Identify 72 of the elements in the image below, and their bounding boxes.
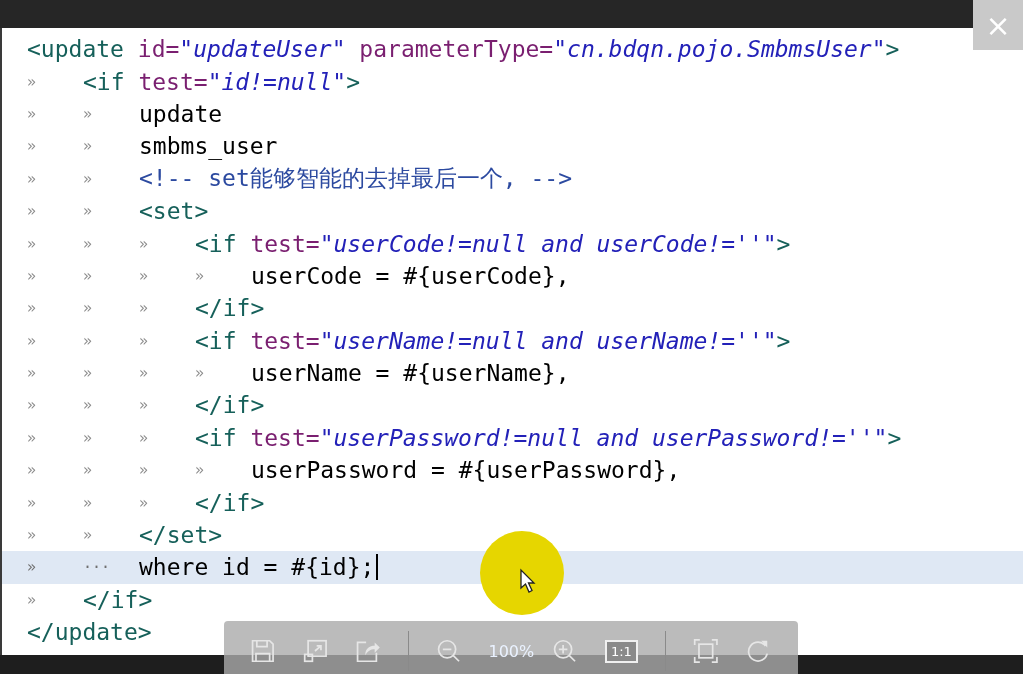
indent-guide: » <box>83 526 94 545</box>
indent-guide: » <box>83 299 94 318</box>
indent-guide: » <box>195 461 206 480</box>
code-line: <set> <box>139 198 209 225</box>
indent-guide: » <box>83 202 94 221</box>
save-icon[interactable] <box>250 637 276 665</box>
indent-guide: » <box>195 266 206 285</box>
indent-guide: » <box>27 461 38 480</box>
indent-guide: » <box>27 526 38 545</box>
indent-guide: » <box>195 364 206 383</box>
text-caret <box>376 554 379 581</box>
code-line: <update id="updateUser" parameterType="cn.bdqn.pojo.SmbmsUser"> <box>27 36 900 63</box>
resize-icon[interactable] <box>302 637 329 665</box>
indent-guide: » <box>27 364 38 383</box>
code-line: userPassword = #{userPassword}, <box>251 457 681 484</box>
zoom-level: 100% <box>488 641 535 661</box>
indent-guide: » <box>139 493 150 512</box>
indent-guide: » <box>83 461 94 480</box>
indent-guide: » <box>139 461 150 480</box>
indent-guide: » <box>27 299 38 318</box>
indent-guide: ··· <box>83 558 112 577</box>
indent-guide: » <box>83 428 94 447</box>
indent-guide: » <box>139 364 150 383</box>
indent-guide: » <box>27 234 38 253</box>
indent-guide: » <box>139 396 150 415</box>
indent-guide: » <box>27 202 38 221</box>
indent-guide: » <box>83 137 94 156</box>
code-line: <if test="userCode!=null and userCode!=''"> <box>195 230 791 257</box>
indent-guide: » <box>83 104 94 123</box>
indent-guide: » <box>139 234 150 253</box>
zoom-out-icon[interactable] <box>435 637 462 665</box>
indent-guide: » <box>83 169 94 188</box>
code-line: where id = #{id}; <box>139 554 375 581</box>
indent-guide: » <box>27 558 38 577</box>
zoom-in-icon[interactable] <box>552 637 578 665</box>
indent-guide: » <box>27 72 38 91</box>
indent-guide: » <box>83 493 94 512</box>
code-line: userName = #{userName}, <box>251 360 570 387</box>
indent-guide: » <box>139 331 150 350</box>
mouse-pointer-icon <box>520 568 536 594</box>
indent-guide: » <box>139 299 150 318</box>
code-line: <if test="userPassword!=null and userPassword!=''"> <box>195 424 902 451</box>
code-line: </if> <box>195 489 265 516</box>
indent-guide: » <box>27 266 38 285</box>
code-line: update <box>139 100 223 127</box>
code-line: userCode = #{userCode}, <box>251 262 570 289</box>
indent-guide: » <box>83 364 94 383</box>
indent-guide: » <box>27 137 38 156</box>
code-line: </set> <box>139 522 223 549</box>
indent-guide: » <box>83 331 94 350</box>
indent-guide: » <box>83 234 94 253</box>
actual-size-button[interactable]: 1:1 <box>604 639 638 663</box>
indent-guide: » <box>27 331 38 350</box>
indent-guide: » <box>83 396 94 415</box>
code-line: </if> <box>83 586 153 613</box>
indent-guide: » <box>27 428 38 447</box>
indent-guide: » <box>27 396 38 415</box>
fit-screen-icon[interactable] <box>692 637 719 665</box>
code-line: </if> <box>195 392 265 419</box>
code-line: </if> <box>195 295 265 322</box>
indent-guide: » <box>83 266 94 285</box>
code-line: <!-- set能够智能的去掉最后一个, --> <box>139 164 572 194</box>
indent-guide: » <box>27 493 38 512</box>
code-line: </update> <box>27 619 152 646</box>
indent-guide: » <box>27 169 38 188</box>
code-line: <if test="id!=null"> <box>83 68 360 95</box>
indent-guide: » <box>27 104 38 123</box>
indent-guide: » <box>139 266 150 285</box>
code-line: <if test="userName!=null and userName!=''"> <box>195 327 791 354</box>
indent-guide: » <box>27 590 38 609</box>
indent-guide: » <box>139 428 150 447</box>
code-line: smbms_user <box>139 133 278 160</box>
